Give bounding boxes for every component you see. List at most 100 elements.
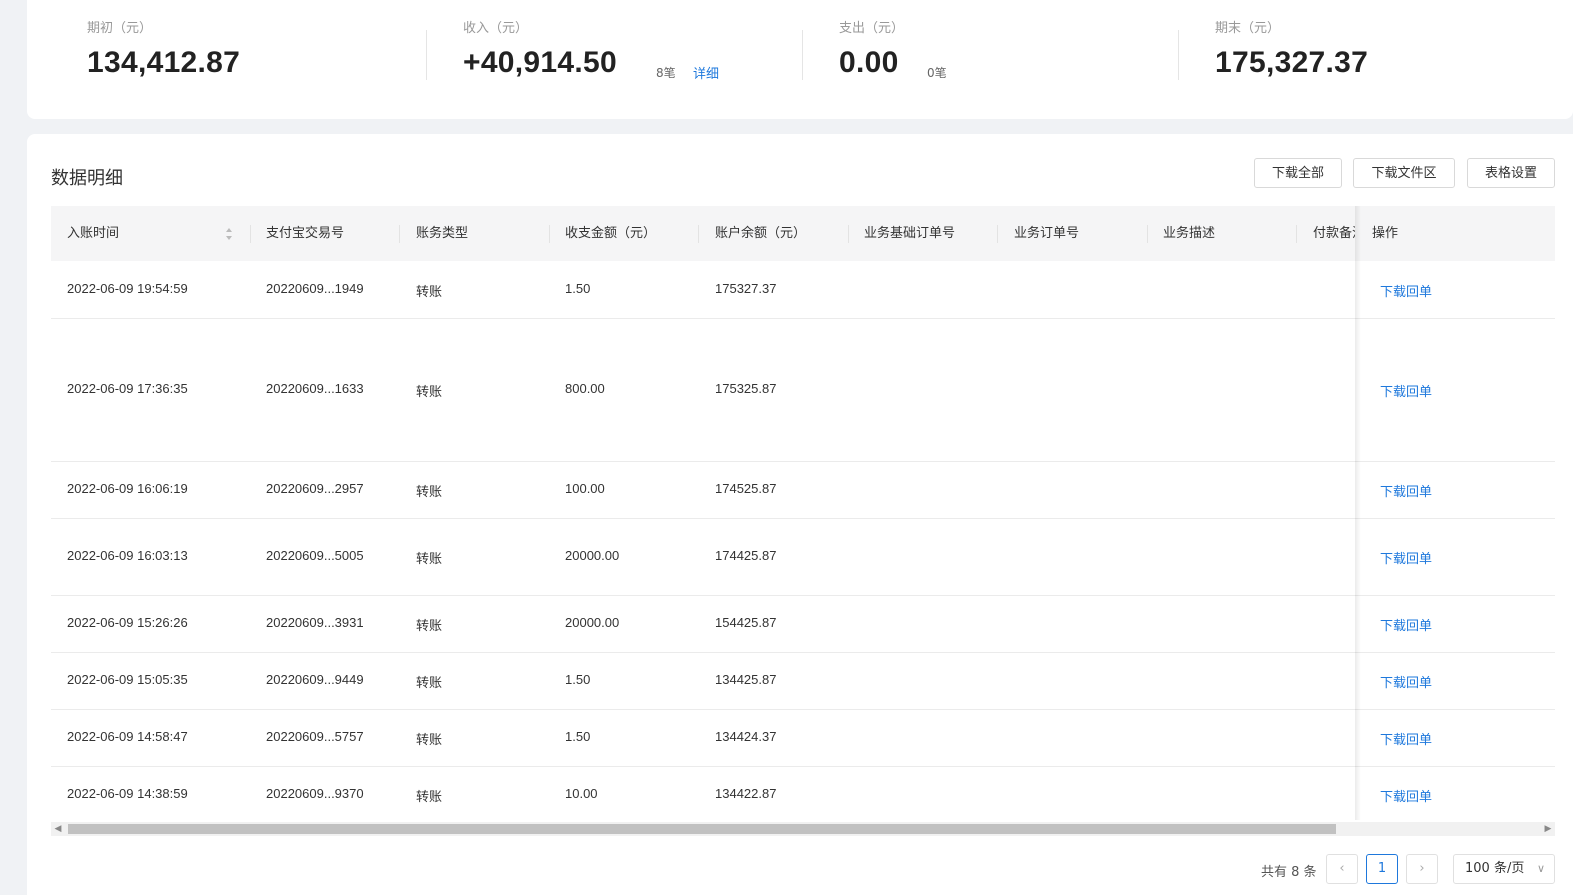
table-row: 2022-06-09 14:38:59 20220609...9370 转账 10.0… bbox=[51, 766, 1555, 824]
page-size-select[interactable]: 100 条/页 ∨ bbox=[1453, 854, 1555, 884]
cell-amount: 100.00 bbox=[565, 480, 605, 496]
column-header-description: 业务描述 bbox=[1163, 226, 1216, 241]
scroll-left-icon[interactable]: ◀ bbox=[51, 822, 65, 836]
download-file-area-button[interactable]: 下载文件区 bbox=[1353, 158, 1455, 188]
cell-balance: 174525.87 bbox=[715, 480, 777, 496]
cell-time: 2022-06-09 17:36:35 bbox=[67, 380, 188, 396]
cell-txn: 20220609...2957 bbox=[266, 480, 364, 496]
page-1-button[interactable]: 1 bbox=[1366, 854, 1398, 884]
cell-amount: 1.50 bbox=[565, 671, 591, 687]
cell-txn: 20220609...9370 bbox=[266, 785, 364, 801]
table-row: 2022-06-09 15:26:26 20220609...3931 转账 2000… bbox=[51, 595, 1555, 653]
cell-balance: 134425.87 bbox=[715, 671, 777, 687]
stat-income-label: 收入（元） bbox=[463, 21, 529, 36]
stat-closing-label: 期末（元） bbox=[1215, 21, 1281, 36]
sort-icon[interactable] bbox=[225, 227, 233, 241]
cell-txn: 20220609...9449 bbox=[266, 671, 364, 687]
table-row: 2022-06-09 17:36:35 20220609...1633 转账 800.… bbox=[51, 318, 1555, 462]
cell-txn: 20220609...3931 bbox=[266, 614, 364, 630]
stat-opening-label: 期初（元） bbox=[87, 21, 153, 36]
section-title: 数据明细 bbox=[51, 168, 123, 189]
column-header-amount: 收支金额（元） bbox=[565, 226, 657, 241]
cell-balance: 154425.87 bbox=[715, 614, 777, 630]
download-receipt-link[interactable]: 下载回单 bbox=[1380, 615, 1432, 634]
column-header-time[interactable]: 入账时间 bbox=[67, 206, 217, 261]
income-detail-link[interactable]: 详细 bbox=[693, 63, 719, 82]
stat-expense-count: 0笔 bbox=[927, 66, 947, 80]
stat-opening-value: 134,412.87 bbox=[87, 46, 241, 79]
stat-closing-value: 175,327.37 bbox=[1215, 46, 1369, 79]
horizontal-scrollbar[interactable]: ◀ ▶ bbox=[51, 822, 1555, 836]
total-count: 共有 8 条 bbox=[1261, 865, 1317, 880]
download-receipt-link[interactable]: 下载回单 bbox=[1380, 672, 1432, 691]
cell-time: 2022-06-09 14:58:47 bbox=[67, 728, 188, 744]
column-separator bbox=[250, 225, 251, 243]
cell-type: 转账 bbox=[416, 284, 443, 300]
cell-time: 2022-06-09 14:38:59 bbox=[67, 785, 188, 801]
cell-balance: 175327.37 bbox=[715, 280, 777, 296]
column-header-action: 操作 bbox=[1372, 226, 1399, 241]
download-receipt-link[interactable]: 下载回单 bbox=[1380, 481, 1432, 500]
cell-time: 2022-06-09 16:06:19 bbox=[67, 480, 188, 496]
summary-card: 期初（元） 134,412.87 收入（元） +40,914.50 8笔 详细 … bbox=[27, 0, 1573, 119]
cell-balance: 134422.87 bbox=[715, 785, 777, 801]
cell-time: 2022-06-09 19:54:59 bbox=[67, 280, 188, 296]
download-receipt-link[interactable]: 下载回单 bbox=[1380, 548, 1432, 567]
download-receipt-link[interactable]: 下载回单 bbox=[1380, 381, 1432, 400]
stat-expense-value: 0.00 bbox=[839, 46, 899, 79]
cell-type: 转账 bbox=[416, 675, 443, 691]
download-all-button[interactable]: 下载全部 bbox=[1254, 158, 1342, 188]
download-receipt-link[interactable]: 下载回单 bbox=[1380, 786, 1432, 805]
stat-divider bbox=[1178, 30, 1179, 80]
cell-txn: 20220609...1949 bbox=[266, 280, 364, 296]
cell-amount: 1.50 bbox=[565, 728, 591, 744]
scroll-right-icon[interactable]: ▶ bbox=[1541, 822, 1555, 836]
cell-balance: 134424.37 bbox=[715, 728, 777, 744]
column-header-balance: 账户余额（元） bbox=[715, 226, 807, 241]
cell-time: 2022-06-09 16:03:13 bbox=[67, 547, 188, 563]
column-header-order: 业务订单号 bbox=[1014, 226, 1080, 241]
stat-divider bbox=[426, 30, 427, 80]
cell-type: 转账 bbox=[416, 551, 443, 567]
prev-page-button[interactable]: ‹ bbox=[1326, 854, 1358, 884]
stat-income-value: +40,914.50 bbox=[463, 46, 617, 79]
cell-amount: 20000.00 bbox=[565, 547, 620, 563]
table-header: 入账时间 支付宝交易号 账务类型 收支金额（元） 账户余额（元） 业务基础订单号… bbox=[51, 206, 1555, 261]
cell-amount: 1.50 bbox=[565, 280, 591, 296]
table-row: 2022-06-09 16:06:19 20220609...2957 转账 100.… bbox=[51, 461, 1555, 519]
chevron-down-icon: ∨ bbox=[1536, 862, 1545, 875]
cell-balance: 175325.87 bbox=[715, 380, 777, 396]
cell-txn: 20220609...1633 bbox=[266, 380, 364, 396]
cell-amount: 20000.00 bbox=[565, 614, 620, 630]
column-separator bbox=[1296, 225, 1297, 243]
page-size-value: 100 条/页 bbox=[1465, 861, 1525, 876]
cell-time: 2022-06-09 15:26:26 bbox=[67, 614, 188, 630]
cell-balance: 174425.87 bbox=[715, 547, 777, 563]
next-page-button[interactable]: › bbox=[1406, 854, 1438, 884]
download-receipt-link[interactable]: 下载回单 bbox=[1380, 729, 1432, 748]
table-row: 2022-06-09 14:58:47 20220609...5757 转账 1.50… bbox=[51, 709, 1555, 767]
stat-income-count: 8笔 bbox=[656, 66, 676, 80]
table-settings-button[interactable]: 表格设置 bbox=[1467, 158, 1555, 188]
chevron-left-icon: ‹ bbox=[1339, 861, 1345, 876]
column-separator bbox=[399, 225, 400, 243]
column-header-type: 账务类型 bbox=[416, 226, 469, 241]
fixed-column-shadow bbox=[1355, 206, 1361, 820]
column-header-base-order: 业务基础订单号 bbox=[864, 226, 956, 241]
cell-type: 转账 bbox=[416, 484, 443, 500]
column-separator bbox=[848, 225, 849, 243]
scrollbar-thumb[interactable] bbox=[68, 824, 1336, 834]
table-row: 2022-06-09 16:03:13 20220609...5005 转账 2000… bbox=[51, 518, 1555, 596]
data-detail-card: 数据明细 下载全部 下载文件区 表格设置 入账时间 支付宝交易号 账务类型 收支… bbox=[27, 134, 1573, 895]
download-receipt-link[interactable]: 下载回单 bbox=[1380, 281, 1432, 300]
cell-txn: 20220609...5005 bbox=[266, 547, 364, 563]
table-row: 2022-06-09 19:54:59 20220609...1949 转账 1.50… bbox=[51, 261, 1555, 319]
column-separator bbox=[549, 225, 550, 243]
stat-expense-label: 支出（元） bbox=[839, 21, 905, 36]
cell-amount: 800.00 bbox=[565, 380, 605, 396]
chevron-right-icon: › bbox=[1419, 861, 1425, 876]
column-header-payment-note: 付款备注 bbox=[1313, 226, 1355, 241]
cell-amount: 10.00 bbox=[565, 785, 598, 801]
column-header-txn: 支付宝交易号 bbox=[266, 226, 345, 241]
cell-type: 转账 bbox=[416, 789, 443, 805]
